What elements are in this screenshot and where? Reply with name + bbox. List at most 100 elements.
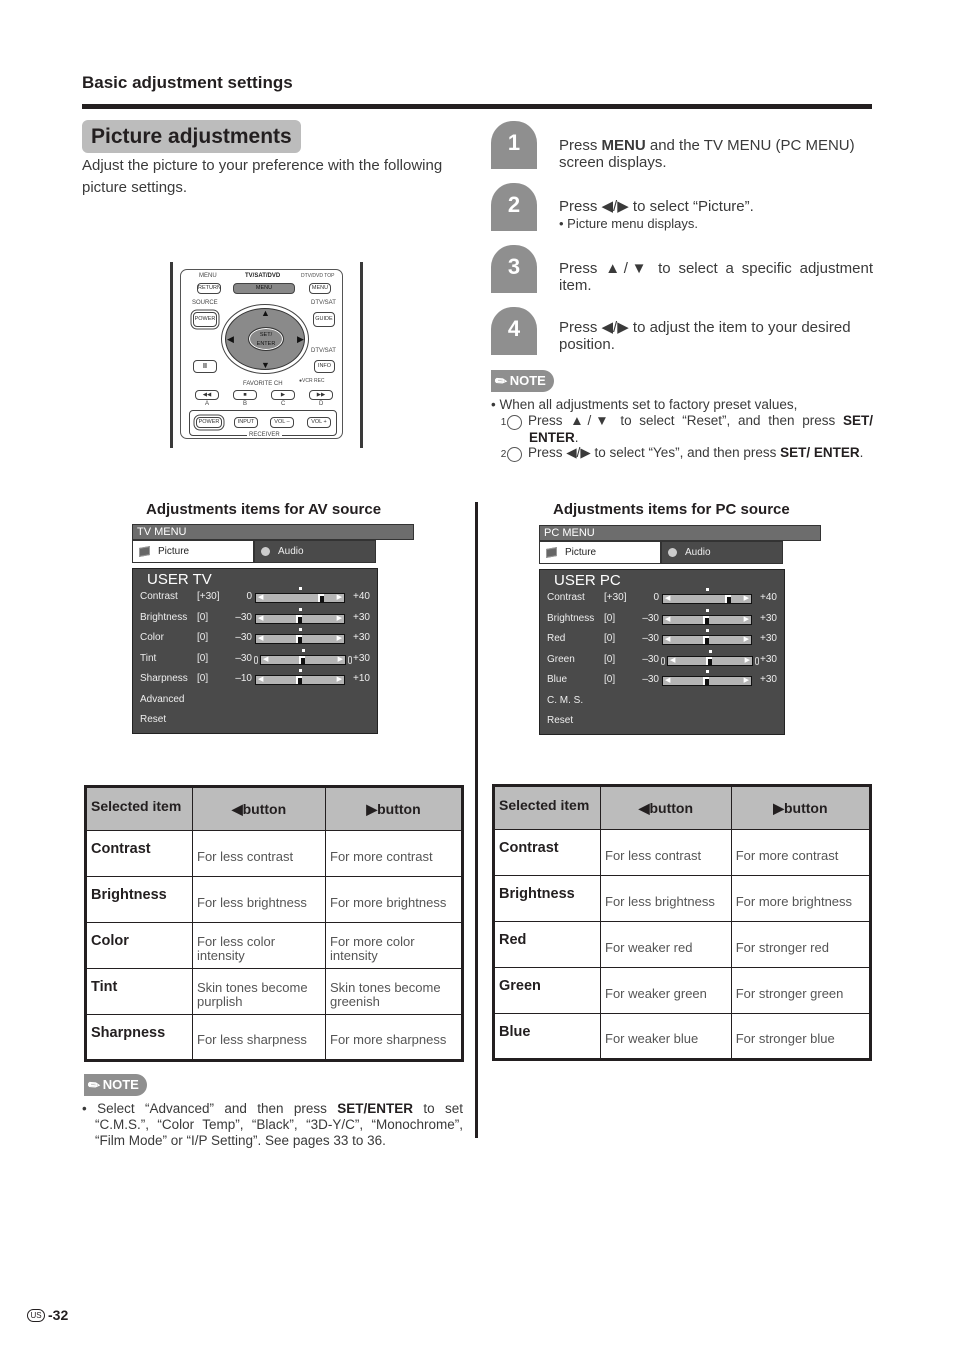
slider-knob[interactable] [703, 677, 709, 685]
picture-mode-label: USER PC [554, 572, 621, 589]
menu-item-reset[interactable]: Reset [547, 715, 783, 731]
tab-audio[interactable]: Audio [254, 540, 376, 563]
slider-track[interactable]: ◀ ▶ [662, 588, 752, 604]
left-button-effect: For weaker blue [600, 1013, 732, 1060]
step-3-badge: 3 [491, 245, 537, 293]
slider-max: +30 [353, 652, 370, 664]
slider-track[interactable]: ◀ ▶ [662, 670, 752, 686]
slider-knob[interactable] [296, 676, 302, 684]
pc-source-heading: Adjustments items for PC source [553, 501, 790, 518]
page-footer: US -32 [27, 1307, 68, 1323]
menu-item-c-m-s-[interactable]: C. M. S. [547, 695, 783, 711]
slider-right-arrow-icon: ▶ [336, 676, 342, 683]
right-button-effect: For more sharpness [325, 1014, 463, 1061]
header-right-button: ▶button [730, 785, 872, 830]
menu-item-label: Reset [140, 714, 167, 725]
remote-label-receiver: RECEIVER [247, 432, 282, 438]
slider-label: Green [547, 653, 575, 665]
slider-row-color[interactable]: Color [0] –30 ◀ ▶ +30 [140, 628, 376, 648]
slider-knob[interactable] [296, 614, 302, 623]
slider-row-red[interactable]: Red [0] –30 ◀ ▶ +30 [547, 629, 783, 649]
slider-track[interactable]: ◀ ▶ [255, 587, 345, 603]
left-button-effect: For less contrast [600, 829, 732, 876]
slider-row-brightness[interactable]: Brightness [0] –30 ◀ ▶ +30 [547, 608, 783, 629]
pc-menu-tabs: Picture Audio [539, 541, 785, 564]
slider-left-arrow-icon: ◀ [665, 615, 671, 623]
table-row: Green For weaker green For stronger green [493, 967, 872, 1014]
table-row: Tint Skin tones become purplish Skin tones… [85, 968, 463, 1015]
remote-label-favorite: FAVORITE CH [243, 381, 283, 387]
stop-button: ■ [233, 390, 257, 400]
slider-track[interactable]: ◀ ▶ [667, 649, 753, 666]
rewind-button: ◀◀ [195, 390, 219, 400]
center-tick [709, 649, 712, 653]
slider-max: +30 [760, 612, 777, 624]
slider-max: +40 [353, 591, 370, 602]
center-tick [706, 588, 709, 591]
remote-label-vcr-rec: ●VCR REC [299, 378, 325, 384]
slider-right-arrow-icon: ▶ [743, 595, 749, 602]
slider-track[interactable]: ◀ ▶ [260, 648, 346, 665]
slider-left-arrow-icon: ◀ [258, 594, 264, 601]
slider-track[interactable]: ◀ ▶ [255, 628, 345, 644]
slider-knob[interactable] [725, 595, 731, 603]
slider-min: –30 [235, 652, 252, 664]
left-arrow-icon: ◀ [227, 334, 234, 344]
slider-row-tint[interactable]: Tint [0] –30 ◀ ▶ +30 [140, 648, 376, 669]
slider-label: Sharpness [140, 673, 188, 684]
remote-label-dtvdvdtop: DTV/DVD TOP [301, 273, 335, 279]
right-button-effect: For stronger blue [730, 1013, 872, 1060]
slider-min: –30 [235, 632, 252, 643]
menu-item-label: Reset [547, 715, 574, 726]
slider-max: +10 [353, 673, 370, 684]
right-button-effect: For more brightness [730, 875, 872, 922]
av-adjustment-table: Selected item ◀button ▶button Contrast For l… [84, 785, 464, 1062]
fast-forward-button: ▶▶ [309, 390, 333, 400]
slider-left-arrow-icon: ◀ [665, 677, 671, 684]
slider-track[interactable]: ◀ ▶ [255, 607, 345, 624]
slider-track[interactable]: ◀ ▶ [662, 629, 752, 645]
set-enter-button: SET/ ENTER [248, 327, 284, 351]
menu-item-advanced[interactable]: Advanced [140, 694, 376, 710]
slider-row-brightness[interactable]: Brightness [0] –30 ◀ ▶ +30 [140, 607, 376, 628]
note-badge: ✎ NOTE [491, 370, 554, 392]
table-row: Color For less color intensity For more co… [85, 922, 463, 969]
slider-knob[interactable] [703, 615, 709, 624]
slider-knob[interactable] [318, 594, 324, 602]
slider-row-contrast[interactable]: Contrast [+30] 0 ◀ ▶ +40 [140, 587, 376, 607]
slider-track[interactable]: ◀ ▶ [255, 669, 345, 685]
note-item-2: 2 Press ◀/▶ to select “Yes”, and then pre… [500, 445, 864, 462]
slider-left-arrow-icon: ◀ [258, 676, 264, 683]
tab-picture[interactable]: Picture [539, 541, 661, 564]
slider-row-sharpness[interactable]: Sharpness [0] –10 ◀ ▶ +10 [140, 669, 376, 689]
slider-track[interactable]: ◀ ▶ [662, 608, 752, 625]
pc-menu-picture-panel: USER PC Contrast [+30] 0 ◀ ▶ +40 Brightness [0]… [539, 569, 785, 735]
slider-row-contrast[interactable]: Contrast [+30] 0 ◀ ▶ +40 [547, 588, 783, 608]
item-name: Tint [85, 968, 193, 1015]
slider-row-blue[interactable]: Blue [0] –30 ◀ ▶ +30 [547, 670, 783, 690]
slider-knob[interactable] [703, 636, 709, 644]
slider-knob[interactable] [706, 656, 712, 665]
receiver-power-button: POWER [196, 417, 222, 428]
slider-max: +30 [353, 611, 370, 623]
vol-plus-button: VOL + [307, 417, 331, 428]
slider-row-green[interactable]: Green [0] –30 ◀ ▶ +30 [547, 649, 783, 670]
remote-label-menu: MENU [199, 273, 217, 279]
center-tick [299, 607, 302, 611]
step-2-badge: 2 [491, 183, 537, 231]
center-tick [302, 648, 305, 652]
slider-left-arrow-icon: ◀ [258, 614, 264, 622]
slider-left-arrow-icon: ◀ [263, 655, 269, 663]
menu-item-reset[interactable]: Reset [140, 714, 376, 730]
slider-label: Brightness [547, 612, 595, 624]
slider-label: Blue [547, 674, 568, 685]
right-button-effect: For stronger red [730, 921, 872, 968]
tab-audio[interactable]: Audio [661, 541, 783, 564]
table-row: Sharpness For less sharpness For more shar… [85, 1014, 463, 1061]
slider-knob[interactable] [299, 655, 305, 664]
tab-picture[interactable]: Picture [132, 540, 254, 563]
step-1-text: Press MENU and the TV MENU (PC MENU) scr… [559, 137, 855, 171]
slider-knob[interactable] [296, 635, 302, 643]
right-button-effect: For more color intensity [325, 922, 463, 969]
source-power-button: POWER [193, 312, 217, 327]
